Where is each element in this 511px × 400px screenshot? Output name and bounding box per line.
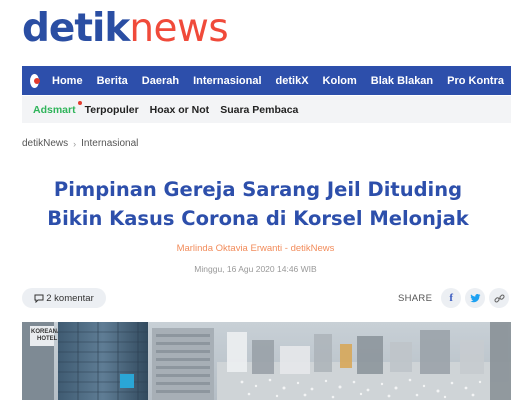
nav-item-daerah[interactable]: Daerah — [135, 75, 186, 87]
subnav-item-adsmart[interactable]: Adsmart — [22, 100, 82, 116]
photo-sign-line-1: KOREANA — [31, 329, 62, 335]
article-title-line-2: Bikin Kasus Corona di Korsel Melonjak — [47, 207, 469, 230]
comments-label: 2 komentar — [46, 292, 94, 304]
nav-item-detikx[interactable]: detikX — [269, 75, 316, 87]
subnav-item-terpopuler[interactable]: Terpopuler — [76, 104, 139, 116]
city-protest-photo: KOREANA HOTEL — [22, 322, 511, 400]
comment-icon — [34, 294, 44, 303]
subnav-item-suara-pembaca[interactable]: Suara Pembaca — [209, 104, 298, 116]
nav-item-home[interactable]: Home — [45, 75, 90, 87]
share-label: SHARE — [398, 292, 433, 304]
subnav-item-hoax-or-not[interactable]: Hoax or Not — [139, 104, 210, 116]
article-author[interactable]: Marlinda Oktavia Erwanti - detikNews — [0, 243, 511, 254]
share-bar: SHARE f — [398, 288, 510, 308]
article-title: Pimpinan Gereja Sarang Jeil Dituding Bik… — [30, 175, 486, 233]
main-nav: Home Berita Daerah Internasional detikX … — [22, 66, 511, 95]
nav-item-berita[interactable]: Berita — [90, 75, 135, 87]
nav-item-pro-kontra[interactable]: Pro Kontra — [440, 75, 511, 87]
nav-item-kolom[interactable]: Kolom — [316, 75, 364, 87]
chevron-right-icon: › — [73, 138, 77, 149]
article-date: Minggu, 16 Agu 2020 14:46 WIB — [194, 264, 317, 274]
photo-sign-line-2: HOTEL — [37, 336, 58, 342]
facebook-share-button[interactable]: f — [441, 288, 462, 308]
link-icon — [494, 294, 505, 302]
comments-button[interactable]: 2 komentar — [22, 288, 106, 308]
breadcrumb: detikNews › Internasional — [22, 138, 138, 149]
sub-nav: Adsmart Terpopuler Hoax or Not Suara Pem… — [22, 96, 511, 123]
nav-item-blak-blakan[interactable]: Blak Blakan — [364, 75, 440, 87]
breadcrumb-root[interactable]: detikNews — [22, 138, 68, 149]
detiknews-logo[interactable]: detik news — [22, 6, 229, 51]
logo-part-detik: detik — [22, 6, 130, 51]
twitter-share-button[interactable] — [465, 288, 486, 308]
facebook-icon: f — [449, 292, 454, 304]
detik-logo-icon[interactable] — [30, 73, 41, 88]
article-main-photo[interactable]: KOREANA HOTEL — [22, 322, 511, 400]
copy-link-button[interactable] — [489, 288, 510, 308]
article-title-line-1: Pimpinan Gereja Sarang Jeil Dituding — [53, 178, 463, 201]
subnav-adsmart-label: Adsmart — [33, 103, 76, 116]
breadcrumb-section[interactable]: Internasional — [81, 138, 138, 149]
twitter-icon — [470, 293, 481, 302]
logo-part-news: news — [129, 6, 229, 51]
nav-item-internasional[interactable]: Internasional — [186, 75, 268, 87]
